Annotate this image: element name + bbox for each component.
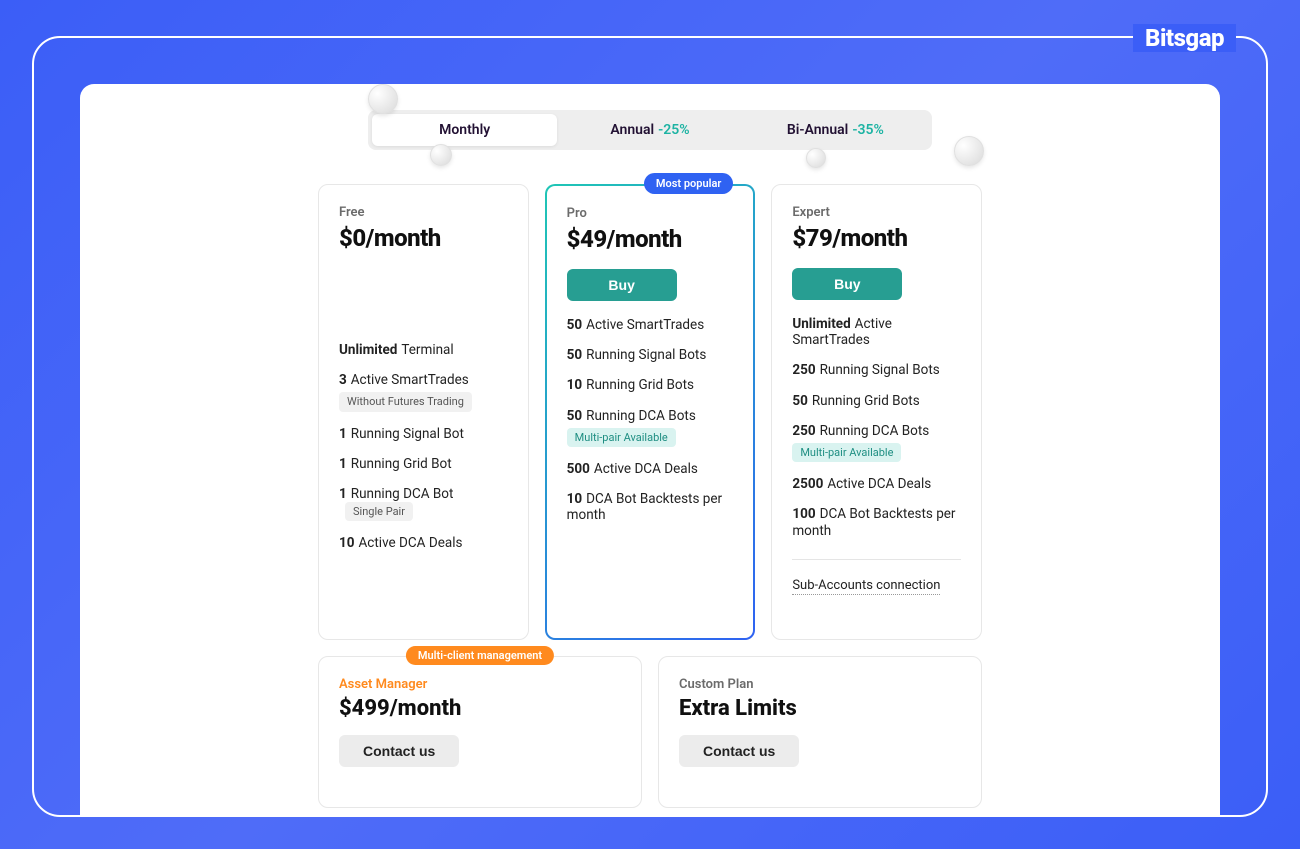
sub-accounts-link[interactable]: Sub-Accounts connection [792, 578, 940, 595]
feature-item: 50Running Signal Bots [567, 347, 734, 363]
plan-price: $499/month [339, 696, 621, 721]
feature-item: UnlimitedTerminal [339, 342, 508, 358]
plan-price: $49/month [567, 225, 734, 253]
feature-item: 50Running DCA BotsMulti-pair Available [567, 408, 734, 447]
feature-item: 50Running Grid Bots [792, 393, 961, 409]
plan-price: $79/month [792, 224, 961, 252]
divider [792, 559, 961, 560]
contact-us-button[interactable]: Contact us [339, 735, 459, 767]
plan-card-expert: Expert $79/month Buy UnlimitedActive Sma… [771, 184, 982, 640]
plan-card-asset-manager: Multi-client management Asset Manager $4… [318, 656, 642, 808]
feature-item: 1Running Signal Bot [339, 426, 508, 442]
tab-discount: -35% [852, 122, 883, 138]
plan-card-custom: Custom Plan Extra Limits Contact us [658, 656, 982, 808]
feature-item: 1Running Grid Bot [339, 456, 508, 472]
feature-item: 100DCA Bot Backtests per month [792, 506, 961, 538]
bottom-plans-grid: Multi-client management Asset Manager $4… [140, 656, 1160, 808]
outer-frame: Bitsgap Monthly Annual -25% Bi-Annual -3… [32, 36, 1268, 817]
plan-price: $0/month [339, 224, 508, 252]
coin-icon [368, 84, 398, 114]
plan-name: Asset Manager [339, 677, 621, 692]
pricing-panel: Monthly Annual -25% Bi-Annual -35% Free … [80, 84, 1220, 815]
feature-item: 50Active SmartTrades [567, 317, 734, 333]
coin-icon [806, 148, 826, 168]
feature-item: 10Running Grid Bots [567, 377, 734, 393]
plan-card-pro: Most popular Pro $49/month Buy 50Active … [545, 184, 756, 640]
feature-pill: Without Futures Trading [339, 392, 472, 411]
feature-pill: Single Pair [345, 502, 413, 521]
feature-pill: Multi-pair Available [567, 428, 676, 447]
coin-icon [430, 144, 452, 166]
coin-icon [954, 136, 984, 166]
plan-name: Custom Plan [679, 677, 961, 692]
feature-list: UnlimitedTerminal 3Active SmartTradesWit… [339, 342, 508, 552]
feature-item: 2500Active DCA Deals [792, 476, 961, 492]
tab-label: Annual [610, 122, 654, 138]
feature-item: UnlimitedActive SmartTrades [792, 316, 961, 348]
most-popular-badge: Most popular [644, 173, 733, 194]
buy-button[interactable]: Buy [792, 268, 902, 300]
tab-label: Bi-Annual [787, 122, 848, 138]
billing-period-tabs: Monthly Annual -25% Bi-Annual -35% [368, 110, 932, 150]
plan-name: Pro [567, 206, 734, 221]
plan-subtitle: Extra Limits [679, 696, 961, 721]
tab-annual[interactable]: Annual -25% [557, 114, 742, 146]
feature-list: UnlimitedActive SmartTrades 250Running S… [792, 316, 961, 539]
feature-item: 500Active DCA Deals [567, 461, 734, 477]
tab-monthly[interactable]: Monthly [372, 114, 557, 146]
multi-client-badge: Multi-client management [406, 646, 554, 665]
plan-name: Expert [792, 205, 961, 220]
contact-us-button[interactable]: Contact us [679, 735, 799, 767]
plan-card-free: Free $0/month UnlimitedTerminal 3Active … [318, 184, 529, 640]
feature-list: 50Active SmartTrades 50Running Signal Bo… [567, 317, 734, 524]
pricing-grid: Free $0/month UnlimitedTerminal 3Active … [140, 184, 1160, 640]
plan-name: Free [339, 205, 508, 220]
tab-discount: -25% [658, 122, 689, 138]
brand-logo: Bitsgap [1133, 24, 1236, 52]
feature-item: 250Running Signal Bots [792, 362, 961, 378]
feature-item: 3Active SmartTradesWithout Futures Tradi… [339, 372, 508, 411]
buy-button[interactable]: Buy [567, 269, 677, 301]
tab-biannual[interactable]: Bi-Annual -35% [743, 114, 928, 146]
feature-item: 10DCA Bot Backtests per month [567, 491, 734, 523]
tab-label: Monthly [439, 122, 490, 138]
feature-pill: Multi-pair Available [792, 443, 901, 462]
feature-item: 1Running DCA BotSingle Pair [339, 486, 508, 521]
feature-item: 10Active DCA Deals [339, 535, 508, 551]
feature-item: 250Running DCA BotsMulti-pair Available [792, 423, 961, 462]
